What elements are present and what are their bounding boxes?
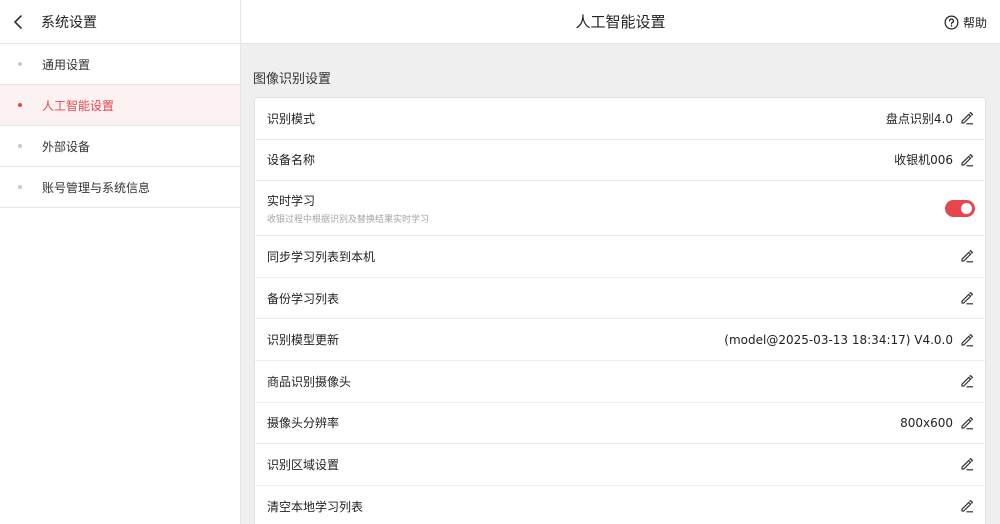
bullet-dot-icon <box>18 103 22 107</box>
main-content: 人工智能设置 帮助 图像识别设置 识别模式 盘点识别4.0 设备名称 收银机00… <box>241 0 1000 524</box>
sidebar-item-label: 通用设置 <box>42 57 91 72</box>
sidebar-item-general[interactable]: 通用设置 <box>0 44 240 85</box>
row-text: 商品识别摄像头 <box>267 373 953 390</box>
row-text: 识别模型更新 <box>267 331 724 348</box>
sidebar-item-devices[interactable]: 外部设备 <box>0 126 240 167</box>
pencil-icon[interactable] <box>960 111 974 125</box>
row-text: 同步学习列表到本机 <box>267 248 953 265</box>
setting-value: 盘点识别4.0 <box>885 111 953 126</box>
setting-label: 备份学习列表 <box>267 291 340 306</box>
help-button[interactable]: 帮助 <box>944 0 987 44</box>
row-text: 实时学习 收银过程中根据识别及替换结果实时学习 <box>267 192 945 225</box>
row-text: 设备名称 <box>267 151 894 168</box>
pencil-icon[interactable] <box>960 249 974 263</box>
setting-label: 同步学习列表到本机 <box>267 249 376 264</box>
section-title: 图像识别设置 <box>253 72 332 87</box>
pencil-icon[interactable] <box>960 333 974 347</box>
help-label: 帮助 <box>962 15 987 30</box>
setting-value: (model@2025-03-13 18:34:17) V4.0.0 <box>724 332 953 347</box>
pencil-icon[interactable] <box>960 374 974 388</box>
sidebar-item-label: 外部设备 <box>42 139 91 154</box>
question-circle-icon <box>944 15 959 29</box>
sidebar-item-label: 账号管理与系统信息 <box>42 180 151 195</box>
setting-row-device-name[interactable]: 设备名称 收银机006 <box>255 140 985 182</box>
top-bar: 人工智能设置 帮助 <box>241 0 1000 44</box>
chevron-left-icon[interactable] <box>13 14 27 30</box>
bullet-dot-icon <box>18 185 22 189</box>
setting-label: 识别模型更新 <box>267 333 340 348</box>
bullet-dot-icon <box>18 144 22 148</box>
setting-row-camera-resolution[interactable]: 摄像头分辨率 800x600 <box>255 403 985 445</box>
sidebar-item-label: 人工智能设置 <box>42 98 115 113</box>
realtime-learning-toggle[interactable] <box>945 199 975 217</box>
pencil-icon[interactable] <box>960 457 974 471</box>
setting-row-model-update[interactable]: 识别模型更新 (model@2025-03-13 18:34:17) V4.0.… <box>255 319 985 361</box>
setting-row-realtime-learning: 实时学习 收银过程中根据识别及替换结果实时学习 <box>255 181 985 237</box>
row-text: 识别模式 <box>267 110 886 127</box>
setting-sublabel: 收银过程中根据识别及替换结果实时学习 <box>267 214 430 225</box>
setting-label: 识别模式 <box>267 111 316 126</box>
sidebar-title: 系统设置 <box>41 14 97 31</box>
settings-card: 识别模式 盘点识别4.0 设备名称 收银机006 实时学习 收银过程中根据识别及… <box>254 97 986 524</box>
setting-label: 设备名称 <box>267 153 316 168</box>
setting-label: 摄像头分辨率 <box>267 416 340 431</box>
sidebar-item-account[interactable]: 账号管理与系统信息 <box>0 167 240 208</box>
setting-value: 收银机006 <box>894 153 953 168</box>
row-text: 识别区域设置 <box>267 456 953 473</box>
sidebar-item-ai[interactable]: 人工智能设置 <box>0 85 240 126</box>
row-text: 备份学习列表 <box>267 290 953 307</box>
pencil-icon[interactable] <box>960 153 974 167</box>
setting-label: 识别区域设置 <box>267 457 340 472</box>
row-text: 摄像头分辨率 <box>267 414 900 431</box>
setting-row-clear-learning-list[interactable]: 清空本地学习列表 <box>255 486 985 524</box>
sidebar: 系统设置 通用设置 人工智能设置 外部设备 账号管理与系统信息 <box>0 0 241 524</box>
setting-row-backup-learning-list[interactable]: 备份学习列表 <box>255 278 985 320</box>
setting-row-camera[interactable]: 商品识别摄像头 <box>255 361 985 403</box>
setting-label: 实时学习 <box>267 193 316 208</box>
pencil-icon[interactable] <box>960 416 974 430</box>
sidebar-header: 系统设置 <box>0 0 240 44</box>
setting-row-recognition-mode[interactable]: 识别模式 盘点识别4.0 <box>255 98 985 140</box>
setting-row-recognition-area[interactable]: 识别区域设置 <box>255 444 985 486</box>
pencil-icon[interactable] <box>960 499 974 513</box>
app-window: 系统设置 通用设置 人工智能设置 外部设备 账号管理与系统信息 人工智能设置 帮… <box>0 0 1000 524</box>
setting-label: 商品识别摄像头 <box>267 374 352 389</box>
row-text: 清空本地学习列表 <box>267 498 953 515</box>
setting-label: 清空本地学习列表 <box>267 499 364 514</box>
setting-row-sync-learning-list[interactable]: 同步学习列表到本机 <box>255 236 985 278</box>
pencil-icon[interactable] <box>960 291 974 305</box>
toggle-knob <box>961 202 972 214</box>
bullet-dot-icon <box>18 62 22 66</box>
page-title: 人工智能设置 <box>575 13 666 31</box>
setting-value: 800x600 <box>900 415 953 430</box>
